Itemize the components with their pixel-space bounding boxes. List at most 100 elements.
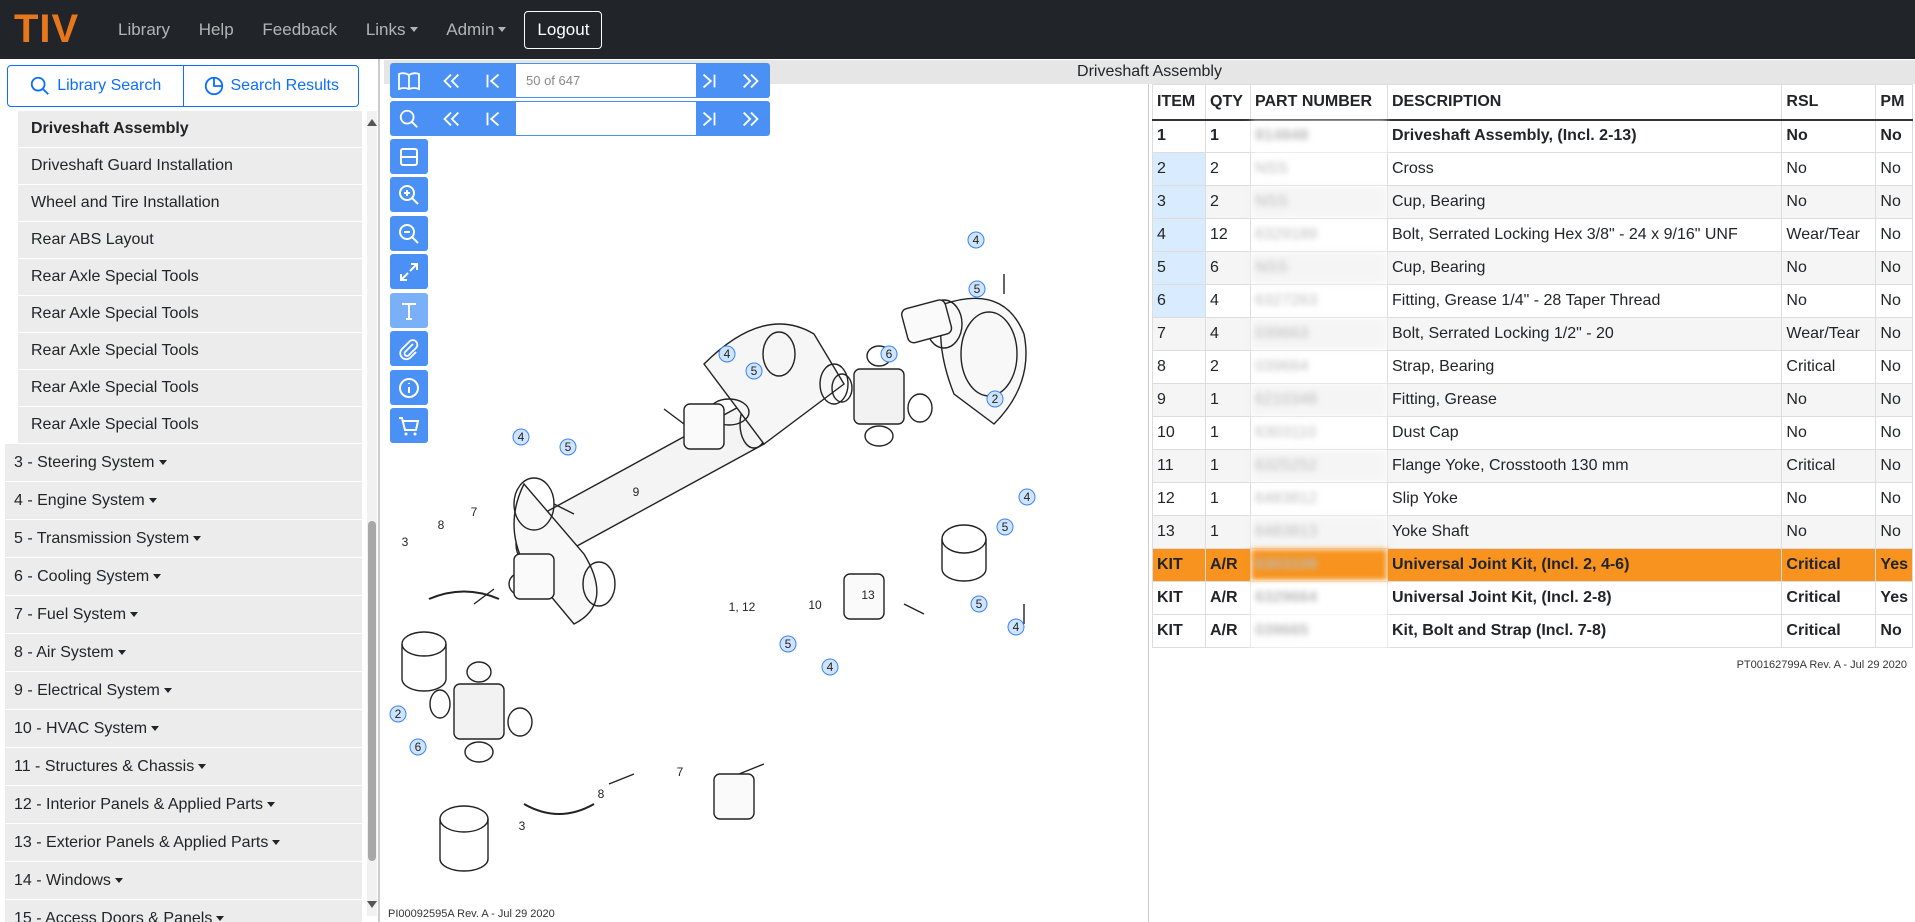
table-cell: NSS [1250,251,1388,285]
table-cell: 6483813 [1250,515,1388,549]
tree-item[interactable]: Rear Axle Special Tools [18,333,362,370]
nav-help[interactable]: Help [199,20,234,39]
col-pm[interactable]: PM [1875,84,1913,121]
diagram-callout: 6 [886,347,893,361]
table-cell: 13 [1152,515,1206,549]
table-cell: NSS [1250,185,1388,219]
table-row[interactable]: 3 2 NSS Cup, Bearing No No [1152,185,1913,219]
nav-library[interactable]: Library [118,20,170,39]
nav-feedback[interactable]: Feedback [262,20,337,39]
scroll-up-arrow-icon[interactable] [367,119,377,126]
diagram-callout: 8 [598,787,605,801]
tree-item-driveshaft-assembly[interactable]: Driveshaft Assembly [18,111,362,148]
table-cell: Critical [1781,614,1877,648]
col-item[interactable]: ITEM [1152,84,1206,121]
table-row[interactable]: 10 1 6303110 Dust Cap No No [1152,416,1913,450]
table-cell: 6210348 [1250,383,1388,417]
table-row[interactable]: 6 4 6327263 Fitting, Grease 1/4" - 28 Taper… [1152,284,1913,318]
tree-item[interactable]: Rear Axle Special Tools [18,259,362,296]
tab-library-search[interactable]: Library Search [8,66,183,106]
scroll-down-arrow-icon[interactable] [367,901,377,908]
table-cell: 6329664 [1250,581,1388,615]
tree-system[interactable]: 15 - Access Doors & Panels [5,900,362,922]
diagram-callout: 5 [974,282,981,296]
diagram-callout: 7 [471,505,478,519]
tab-search-results[interactable]: Search Results [182,66,359,106]
diagram-callout: 10 [808,598,822,612]
col-part-number[interactable]: PART NUMBER [1250,84,1388,121]
table-cell: Kit, Bolt and Strap (Incl. 7-8) [1386,614,1783,648]
first-page-icon[interactable] [432,63,470,98]
tree-system[interactable]: 9 - Electrical System [5,672,362,710]
diagram-callout: 4 [1013,620,1020,634]
sidebar-scrollbar[interactable] [367,111,377,916]
tree-system[interactable]: 5 - Transmission System [5,520,362,558]
tree-item[interactable]: Rear Axle Special Tools [18,407,362,444]
last-page-icon[interactable] [732,63,770,98]
table-cell: No [1781,152,1877,186]
tree-system[interactable]: 6 - Cooling System [5,558,362,596]
table-cell: 8 [1152,350,1206,384]
table-cell: No [1875,614,1913,648]
scrollbar-thumb[interactable] [368,521,376,861]
diagram-callout: 4 [973,233,980,247]
table-cell: No [1781,284,1877,318]
sidebar-tabs: Library Search Search Results [7,65,359,107]
book-icon[interactable] [390,63,428,98]
previous-page-icon[interactable] [474,63,512,98]
table-cell: Critical [1781,581,1877,615]
tree-system[interactable]: 4 - Engine System [5,482,362,520]
table-row[interactable]: 1 1 814848 Driveshaft Assembly, (Incl. 2-13… [1152,119,1913,153]
table-cell: Critical [1781,350,1877,384]
logout-button[interactable]: Logout [524,10,603,49]
page-indicator[interactable]: 50 of 647 [516,64,696,97]
table-cell: 6 [1152,284,1206,318]
table-cell: Yes [1875,548,1913,582]
tree-system[interactable]: 10 - HVAC System [5,710,362,748]
tree-system[interactable]: 14 - Windows [5,862,362,900]
table-cell: 814848 [1250,119,1388,153]
table-cell: 1 [1205,449,1251,483]
table-row[interactable]: 11 1 6325252 Flange Yoke, Crosstooth 130 mm… [1152,449,1913,483]
tree-system[interactable]: 12 - Interior Panels & Applied Parts [5,786,362,824]
table-row[interactable]: KIT A/R 6329664 Universal Joint Kit, (Incl.… [1152,581,1913,615]
col-qty[interactable]: QTY [1205,84,1251,121]
tree-system[interactable]: 3 - Steering System [5,444,362,482]
diagram-callout: 9 [633,485,640,499]
table-cell: Cross [1386,152,1783,186]
table-row[interactable]: 5 6 NSS Cup, Bearing No No [1152,251,1913,285]
table-cell: A/R [1205,581,1251,615]
table-cell: 6 [1205,251,1251,285]
next-page-icon[interactable] [690,63,728,98]
table-cell: No [1781,185,1877,219]
table-row[interactable]: 2 2 NSS Cross No No [1152,152,1913,186]
tree-system[interactable]: 13 - Exterior Panels & Applied Parts [5,824,362,862]
table-row[interactable]: 4 12 6329189 Bolt, Serrated Locking Hex 3/8… [1152,218,1913,252]
tree-system[interactable]: 11 - Structures & Chassis [5,748,362,786]
table-row[interactable]: 12 1 6483812 Slip Yoke No No [1152,482,1913,516]
tree-system[interactable]: 7 - Fuel System [5,596,362,634]
table-cell: 1 [1205,515,1251,549]
tree-item[interactable]: Rear ABS Layout [18,222,362,259]
diagram-callout: 5 [976,597,983,611]
table-row[interactable]: KIT A/R 6303109 Universal Joint Kit, (Incl.… [1152,548,1913,582]
table-row[interactable]: 13 1 6483813 Yoke Shaft No No [1152,515,1913,549]
tree-item[interactable]: Driveshaft Guard Installation [18,148,362,185]
tree-item[interactable]: Rear Axle Special Tools [18,296,362,333]
app-logo[interactable]: TIV [14,7,94,52]
tree-item[interactable]: Rear Axle Special Tools [18,370,362,407]
table-row[interactable]: 9 1 6210348 Fitting, Grease No No [1152,383,1913,417]
table-row[interactable]: 7 4 039663 Bolt, Serrated Locking 1/2" - 20… [1152,317,1913,351]
table-cell: 11 [1152,449,1206,483]
table-row[interactable]: 8 2 039664 Strap, Bearing Critical No [1152,350,1913,384]
col-description[interactable]: DESCRIPTION [1386,84,1783,121]
table-cell: No [1781,119,1877,153]
tree-item[interactable]: Wheel and Tire Installation [18,185,362,222]
nav-admin-dropdown[interactable]: Admin [446,20,506,39]
nav-links-dropdown[interactable]: Links [366,20,418,39]
tree-system[interactable]: 8 - Air System [5,634,362,672]
table-row[interactable]: KIT A/R 039665 Kit, Bolt and Strap (Incl. 7… [1152,614,1913,648]
table-cell: Universal Joint Kit, (Incl. 2-8) [1386,581,1783,615]
col-rsl[interactable]: RSL [1781,84,1877,121]
diagram-callout: 8 [438,518,445,532]
